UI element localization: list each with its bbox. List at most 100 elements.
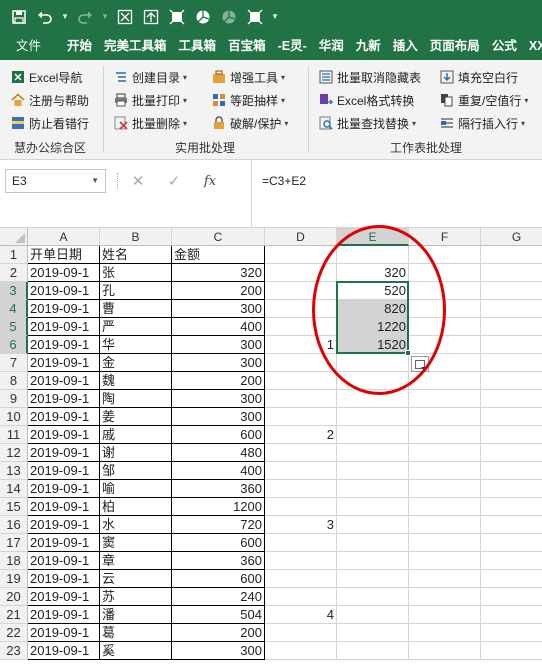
- cell-b5[interactable]: 严: [100, 318, 172, 336]
- cell-b20[interactable]: 苏: [100, 588, 172, 606]
- cell-e19[interactable]: [337, 570, 409, 588]
- cell-b18[interactable]: 章: [100, 552, 172, 570]
- cell-c12[interactable]: 480: [172, 444, 265, 462]
- cell-c14[interactable]: 360: [172, 480, 265, 498]
- cell-c2[interactable]: 320: [172, 264, 265, 282]
- cell-a11[interactable]: 2019-09-1: [28, 426, 100, 444]
- cell-d16[interactable]: 3: [265, 516, 337, 534]
- row-header[interactable]: 18: [0, 552, 28, 570]
- cell-a1[interactable]: 开单日期: [28, 246, 100, 264]
- cell-c18[interactable]: 360: [172, 552, 265, 570]
- cell-e14[interactable]: [337, 480, 409, 498]
- cell-f6[interactable]: [409, 336, 481, 354]
- frame-icon-2[interactable]: [242, 4, 268, 30]
- row-header[interactable]: 3: [0, 282, 28, 300]
- cell-b23[interactable]: 奚: [100, 642, 172, 660]
- cell-f14[interactable]: [409, 480, 481, 498]
- cell-g3[interactable]: [481, 282, 542, 300]
- row-header[interactable]: 6: [0, 336, 28, 354]
- tab-jiuxin[interactable]: 九新: [350, 33, 387, 60]
- cell-d5[interactable]: [265, 318, 337, 336]
- cell-a23[interactable]: 2019-09-1: [28, 642, 100, 660]
- cell-e22[interactable]: [337, 624, 409, 642]
- cell-f2[interactable]: [409, 264, 481, 282]
- row-header[interactable]: 10: [0, 408, 28, 426]
- row-header[interactable]: 21: [0, 606, 28, 624]
- cell-g20[interactable]: [481, 588, 542, 606]
- cell-a19[interactable]: 2019-09-1: [28, 570, 100, 588]
- cell-a7[interactable]: 2019-09-1: [28, 354, 100, 372]
- cell-g4[interactable]: [481, 300, 542, 318]
- cell-f8[interactable]: [409, 372, 481, 390]
- tab-toolbox[interactable]: 工具箱: [173, 33, 223, 60]
- cell-e20[interactable]: [337, 588, 409, 606]
- cell-f22[interactable]: [409, 624, 481, 642]
- duplicate-empty-rows-button[interactable]: 重复/空值行 ▾: [439, 90, 528, 110]
- quick-analysis-button[interactable]: [411, 356, 429, 372]
- column-header-d[interactable]: D: [265, 228, 337, 246]
- column-header-b[interactable]: B: [100, 228, 172, 246]
- cell-g8[interactable]: [481, 372, 542, 390]
- tab-insert[interactable]: 插入: [387, 33, 424, 60]
- cell-d14[interactable]: [265, 480, 337, 498]
- equal-interval-sample-button[interactable]: 等距抽样 ▾: [211, 90, 285, 110]
- pie-icon-disabled[interactable]: [216, 4, 242, 30]
- cell-d9[interactable]: [265, 390, 337, 408]
- cell-g13[interactable]: [481, 462, 542, 480]
- cell-d17[interactable]: [265, 534, 337, 552]
- cell-g14[interactable]: [481, 480, 542, 498]
- cell-b8[interactable]: 魏: [100, 372, 172, 390]
- row-header[interactable]: 8: [0, 372, 28, 390]
- cell-e4[interactable]: 820: [337, 300, 409, 318]
- save-icon[interactable]: [6, 4, 32, 30]
- row-header[interactable]: 16: [0, 516, 28, 534]
- tab-page-layout[interactable]: 页面布局: [424, 33, 486, 60]
- cell-e17[interactable]: [337, 534, 409, 552]
- cell-c23[interactable]: 300: [172, 642, 265, 660]
- cell-g2[interactable]: [481, 264, 542, 282]
- cell-f15[interactable]: [409, 498, 481, 516]
- select-all-corner[interactable]: [0, 228, 28, 246]
- cell-b9[interactable]: 陶: [100, 390, 172, 408]
- cell-d13[interactable]: [265, 462, 337, 480]
- row-header[interactable]: 20: [0, 588, 28, 606]
- cell-d18[interactable]: [265, 552, 337, 570]
- cell-d4[interactable]: [265, 300, 337, 318]
- redo-dropdown-icon[interactable]: ▾: [98, 4, 112, 30]
- cell-f16[interactable]: [409, 516, 481, 534]
- enhance-tools-button[interactable]: 增强工具 ▾: [211, 67, 285, 87]
- cell-e8[interactable]: [337, 372, 409, 390]
- cell-c13[interactable]: 400: [172, 462, 265, 480]
- cell-g12[interactable]: [481, 444, 542, 462]
- cell-c9[interactable]: 300: [172, 390, 265, 408]
- row-header[interactable]: 23: [0, 642, 28, 660]
- batch-unhide-sheets-button[interactable]: 批量取消隐藏表: [318, 67, 421, 87]
- row-header[interactable]: 22: [0, 624, 28, 642]
- column-header-e[interactable]: E: [337, 228, 409, 246]
- cell-d11[interactable]: 2: [265, 426, 337, 444]
- cell-b16[interactable]: 水: [100, 516, 172, 534]
- cell-e3[interactable]: 520: [337, 282, 409, 300]
- register-help-button[interactable]: 注册与帮助: [10, 90, 89, 110]
- chevron-down-icon[interactable]: ▼: [91, 170, 99, 192]
- image-icon[interactable]: [138, 4, 164, 30]
- cell-b22[interactable]: 葛: [100, 624, 172, 642]
- undo-dropdown-icon[interactable]: ▾: [58, 4, 72, 30]
- cell-f17[interactable]: [409, 534, 481, 552]
- name-box[interactable]: E3 ▼: [5, 169, 106, 193]
- cell-a20[interactable]: 2019-09-1: [28, 588, 100, 606]
- cell-d2[interactable]: [265, 264, 337, 282]
- cell-b7[interactable]: 金: [100, 354, 172, 372]
- spreadsheet-icon[interactable]: [112, 4, 138, 30]
- cell-b10[interactable]: 姜: [100, 408, 172, 426]
- cell-e12[interactable]: [337, 444, 409, 462]
- cell-g19[interactable]: [481, 570, 542, 588]
- cell-b14[interactable]: 喻: [100, 480, 172, 498]
- cell-c5[interactable]: 400: [172, 318, 265, 336]
- cell-f13[interactable]: [409, 462, 481, 480]
- cell-a17[interactable]: 2019-09-1: [28, 534, 100, 552]
- cell-d20[interactable]: [265, 588, 337, 606]
- cell-c4[interactable]: 300: [172, 300, 265, 318]
- cell-f18[interactable]: [409, 552, 481, 570]
- cell-a10[interactable]: 2019-09-1: [28, 408, 100, 426]
